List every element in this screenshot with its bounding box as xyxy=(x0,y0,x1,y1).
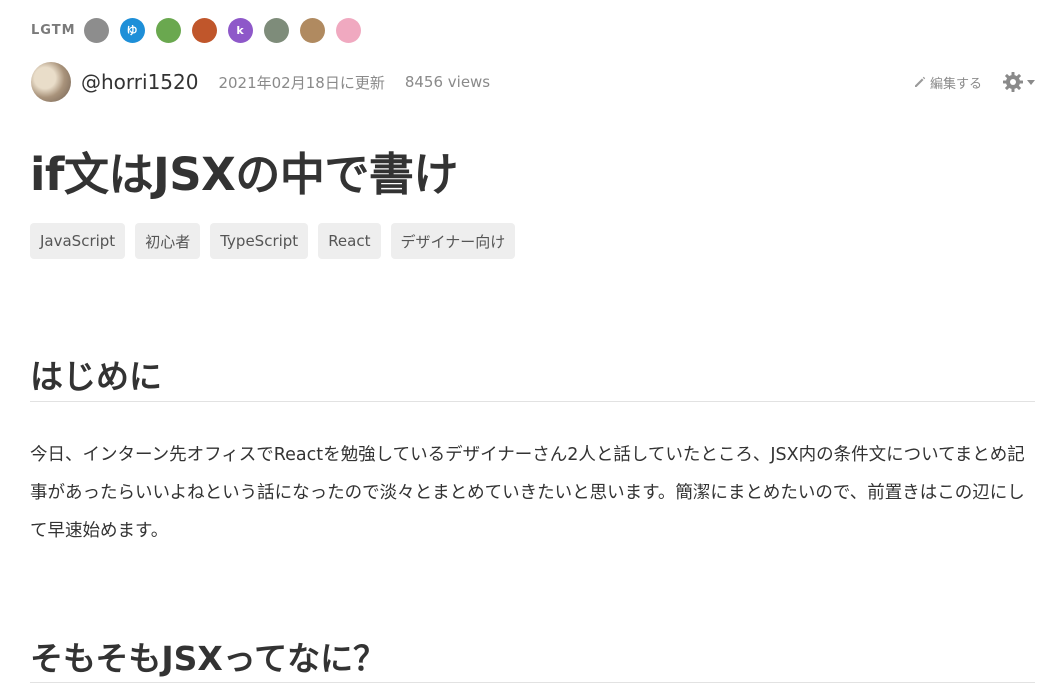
article-title: if文はJSXの中で書け xyxy=(30,148,458,201)
lgtm-avatar-4[interactable] xyxy=(191,17,217,43)
heading-divider xyxy=(30,401,1035,402)
gear-icon xyxy=(1003,72,1023,92)
updated-date: 2021年02月18日に更新 xyxy=(218,73,385,92)
tag-chip[interactable]: デザイナー向け xyxy=(390,223,516,259)
lgtm-avatar-7[interactable] xyxy=(299,17,325,43)
author-username[interactable]: @horri1520 xyxy=(81,70,198,94)
edit-button[interactable]: 編集する xyxy=(913,73,982,92)
lgtm-avatar-2[interactable]: ゆ xyxy=(119,17,145,43)
lgtm-avatar-5[interactable]: k xyxy=(227,17,253,43)
lgtm-avatar-1[interactable] xyxy=(83,17,109,43)
tag-chip[interactable]: React xyxy=(318,223,381,259)
author-avatar[interactable] xyxy=(31,62,71,102)
article-paragraph: 今日、インターン先オフィスでReactを勉強しているデザイナーさん2人と話してい… xyxy=(30,445,1025,541)
lgtm-avatar-list: ゆk xyxy=(83,17,372,43)
lgtm-avatar-3[interactable] xyxy=(155,17,181,43)
lgtm-avatar-8[interactable] xyxy=(335,17,361,43)
pencil-icon xyxy=(914,76,926,87)
view-count: 8456 views xyxy=(404,73,491,91)
section-heading: はじめに xyxy=(30,357,162,396)
edit-label: 編集する xyxy=(929,76,982,92)
tag-chip[interactable]: JavaScript xyxy=(30,223,126,259)
lgtm-bar: LGTM ゆk xyxy=(31,16,372,44)
chevron-down-icon xyxy=(1027,80,1035,85)
article-meta: @horri1520 2021年02月18日に更新 8456 views 編集す… xyxy=(31,60,1036,104)
heading-divider xyxy=(30,682,1035,683)
lgtm-label: LGTM xyxy=(31,22,76,38)
settings-button[interactable] xyxy=(1002,71,1036,93)
tag-chip[interactable]: TypeScript xyxy=(210,223,309,259)
lgtm-avatar-6[interactable] xyxy=(263,17,289,43)
tag-list: JavaScript 初心者 TypeScript React デザイナー向け xyxy=(30,223,525,259)
article-tools: 編集する xyxy=(913,71,1036,93)
tag-chip[interactable]: 初心者 xyxy=(135,223,201,259)
section-heading: そもそもJSXってなに？ xyxy=(30,639,387,678)
